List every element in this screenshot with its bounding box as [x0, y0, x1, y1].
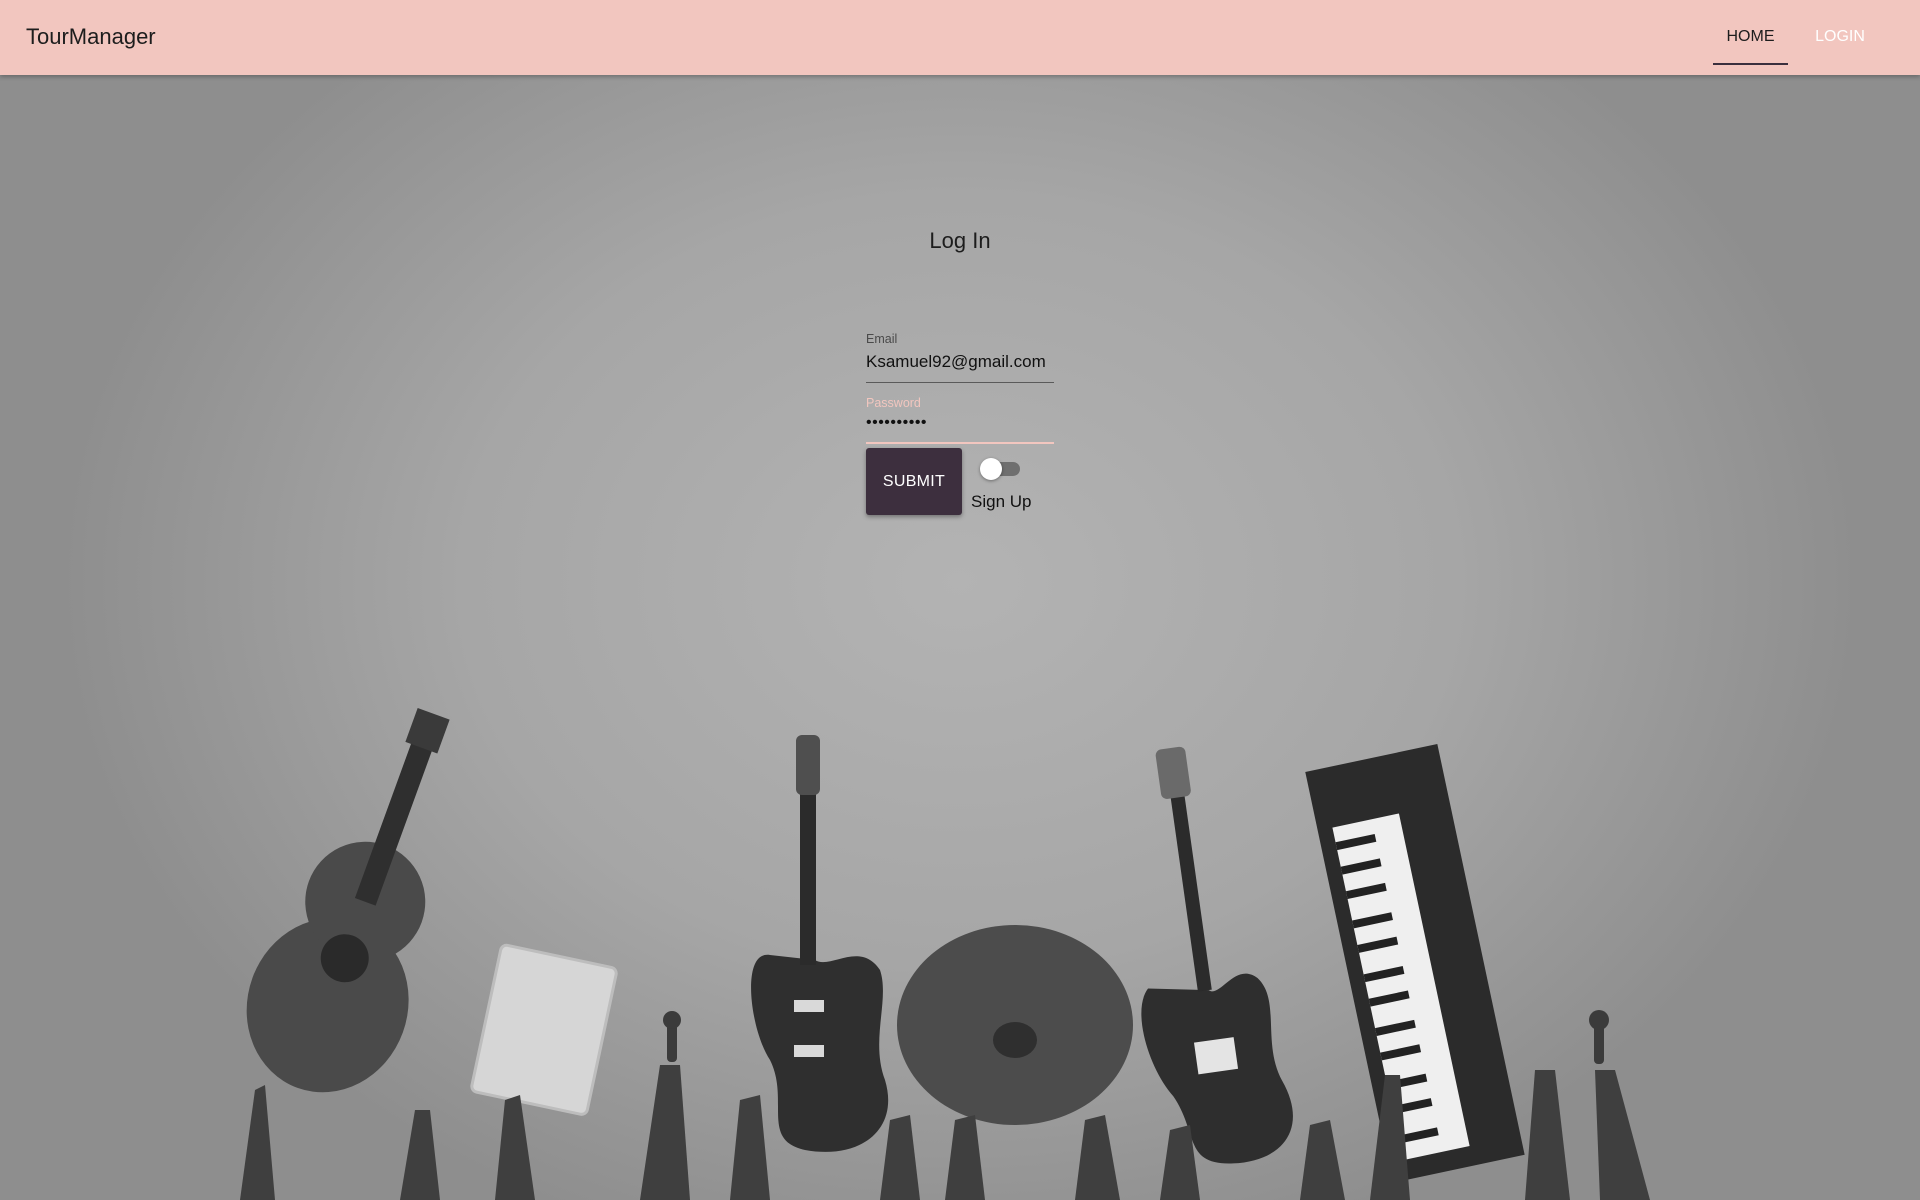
password-field[interactable]: Password ••••••••••: [866, 394, 1054, 444]
toggle-thumb[interactable]: [980, 458, 1002, 480]
email-label: Email: [866, 332, 898, 346]
signup-toggle-label: Sign Up: [971, 492, 1032, 511]
password-label: Password: [866, 396, 921, 410]
password-input[interactable]: ••••••••••: [866, 414, 927, 432]
signup-toggle[interactable]: [978, 457, 1024, 481]
tab-home[interactable]: HOME: [1713, 0, 1788, 65]
page-title: Log In: [929, 228, 991, 253]
app-bar: TourManager HOME LOGIN: [0, 0, 1920, 75]
email-field[interactable]: Email Ksamuel92@gmail.com: [866, 330, 1054, 383]
submit-button[interactable]: SUBMIT: [866, 448, 962, 515]
brand-title: TourManager: [26, 24, 156, 49]
tab-login[interactable]: LOGIN: [1800, 0, 1880, 63]
email-input[interactable]: Ksamuel92@gmail.com: [866, 352, 1046, 372]
